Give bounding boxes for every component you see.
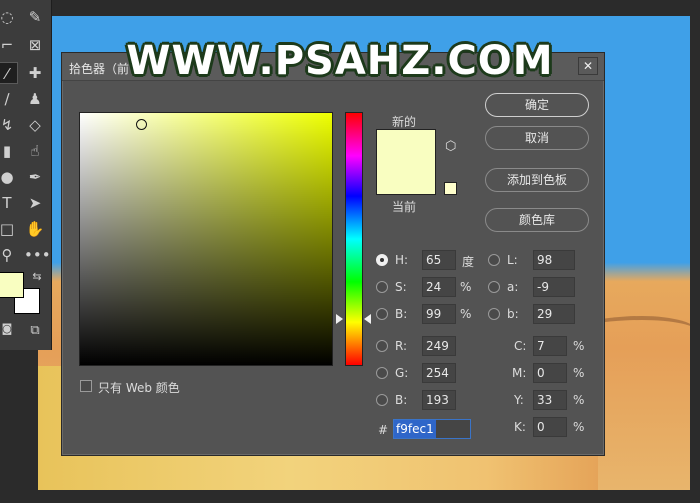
blue-field[interactable]: 193 xyxy=(422,390,456,410)
color-picker-dialog: 拾色器（前 ✕ 新的 当前 ⬡ 确定 取消 添加到色板 颜色库 H: 65 度 … xyxy=(61,52,605,456)
green-radio[interactable] xyxy=(376,367,388,379)
yellow-label: Y: xyxy=(514,393,524,407)
hue-slider[interactable] xyxy=(345,112,363,366)
web-safe-color-swatch[interactable] xyxy=(444,182,457,195)
black-label: K: xyxy=(514,420,526,434)
b-channel-label: b: xyxy=(507,307,519,321)
lightness-field[interactable]: 98 xyxy=(533,250,575,270)
hand-tool-icon[interactable]: ✋ xyxy=(24,218,46,240)
red-radio[interactable] xyxy=(376,340,388,352)
hue-field[interactable]: 65 xyxy=(422,250,456,270)
path-selection-tool-icon[interactable]: ➤ xyxy=(24,192,46,214)
magenta-label: M: xyxy=(512,366,527,380)
new-color-preview xyxy=(376,129,436,195)
quick-selection-tool-icon[interactable]: ✎ xyxy=(24,6,46,28)
yellow-field[interactable]: 33 xyxy=(533,390,567,410)
pen-tool-icon[interactable]: ✒ xyxy=(24,166,46,188)
dodge-tool-icon[interactable]: ● xyxy=(0,166,18,188)
gradient-tool-icon[interactable]: ▮ xyxy=(0,140,18,162)
brush-tool-icon[interactable]: ∕ xyxy=(0,88,18,110)
red-field[interactable]: 249 xyxy=(422,336,456,356)
lasso-tool-icon[interactable]: ◌ xyxy=(0,6,18,28)
black-unit: % xyxy=(573,420,585,434)
hue-label: H: xyxy=(395,253,409,267)
ok-button[interactable]: 确定 xyxy=(485,93,589,117)
cyan-unit: % xyxy=(573,339,585,353)
saturation-radio[interactable] xyxy=(376,281,388,293)
magenta-unit: % xyxy=(573,366,585,380)
saturation-field[interactable]: 24 xyxy=(422,277,456,297)
swap-colors-icon[interactable]: ⇆ xyxy=(26,266,48,288)
new-color-label: 新的 xyxy=(392,115,417,129)
color-libraries-button[interactable]: 颜色库 xyxy=(485,208,589,232)
current-color-label: 当前 xyxy=(392,200,417,214)
smudge-tool-icon[interactable]: ☝ xyxy=(24,140,46,162)
brightness-label: B: xyxy=(395,307,408,321)
hue-slider-right-arrow-icon[interactable] xyxy=(364,314,371,324)
brightness-radio[interactable] xyxy=(376,308,388,320)
blue-radio[interactable] xyxy=(376,394,388,406)
hex-input[interactable]: f9fec1 xyxy=(393,419,471,439)
hue-unit: 度 xyxy=(462,255,475,269)
yellow-unit: % xyxy=(573,393,585,407)
eraser-tool-icon[interactable]: ◇ xyxy=(24,114,46,136)
cancel-button[interactable]: 取消 xyxy=(485,126,589,150)
green-field[interactable]: 254 xyxy=(422,363,456,383)
web-colors-only-checkbox[interactable] xyxy=(80,380,92,392)
screen-mode-icon[interactable]: ⧉ xyxy=(24,320,46,342)
brightness-unit: % xyxy=(460,307,472,321)
lightness-radio[interactable] xyxy=(488,254,500,266)
web-colors-only-label: 只有 Web 颜色 xyxy=(98,381,180,395)
cyan-label: C: xyxy=(514,339,527,353)
watermark-text: WWW.PSAHZ.COM xyxy=(126,38,554,84)
a-channel-field[interactable]: -9 xyxy=(533,277,575,297)
more-tools-icon[interactable]: ••• xyxy=(24,244,51,266)
brightness-field[interactable]: 99 xyxy=(422,304,456,324)
green-label: G: xyxy=(395,366,409,380)
history-brush-tool-icon[interactable]: ↯ xyxy=(0,114,18,136)
lightness-label: L: xyxy=(507,253,518,267)
type-tool-icon[interactable]: T xyxy=(0,192,18,214)
foreground-color-swatch[interactable] xyxy=(0,272,24,298)
color-field-cursor[interactable] xyxy=(136,119,147,130)
color-field[interactable] xyxy=(79,112,333,366)
add-to-swatches-button[interactable]: 添加到色板 xyxy=(485,168,589,192)
b-channel-field[interactable]: 29 xyxy=(533,304,575,324)
b-channel-radio[interactable] xyxy=(488,308,500,320)
blue-label: B: xyxy=(395,393,408,407)
red-label: R: xyxy=(395,339,408,353)
hex-label: # xyxy=(378,423,389,437)
hex-value: f9fec1 xyxy=(394,420,436,438)
healing-brush-tool-icon[interactable]: ✚ xyxy=(24,62,46,84)
a-channel-label: a: xyxy=(507,280,519,294)
clone-stamp-tool-icon[interactable]: ♟ xyxy=(24,88,46,110)
saturation-label: S: xyxy=(395,280,407,294)
eyedropper-tool-icon[interactable]: ⁄ xyxy=(0,62,18,84)
tools-panel: ◌ ✎ ⌐ ⊠ ⁄ ✚ ∕ ♟ ↯ ◇ ▮ ☝ ● ✒ T ➤ □ ✋ ⚲ ••… xyxy=(0,0,52,350)
hue-slider-left-arrow-icon[interactable] xyxy=(336,314,343,324)
rectangle-tool-icon[interactable]: □ xyxy=(0,218,18,240)
zoom-tool-icon[interactable]: ⚲ xyxy=(0,244,18,266)
black-field[interactable]: 0 xyxy=(533,417,567,437)
hue-radio[interactable] xyxy=(376,254,388,266)
quick-mask-icon[interactable]: ◙ xyxy=(0,318,18,340)
frame-tool-icon[interactable]: ⊠ xyxy=(24,34,46,56)
magenta-field[interactable]: 0 xyxy=(533,363,567,383)
saturation-unit: % xyxy=(460,280,472,294)
close-icon[interactable]: ✕ xyxy=(578,57,598,75)
a-channel-radio[interactable] xyxy=(488,281,500,293)
web-safe-cube-icon[interactable]: ⬡ xyxy=(445,139,456,154)
cyan-field[interactable]: 7 xyxy=(533,336,567,356)
crop-tool-icon[interactable]: ⌐ xyxy=(0,34,18,56)
